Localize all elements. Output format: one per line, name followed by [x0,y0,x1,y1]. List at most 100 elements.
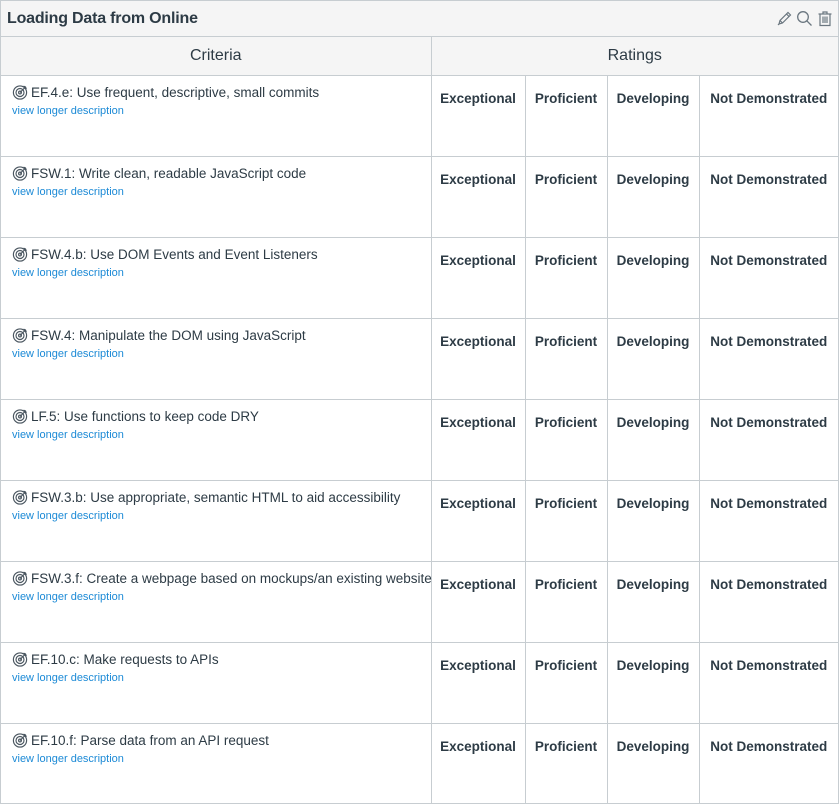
edit-rubric-button[interactable] [775,9,794,29]
rating-exceptional[interactable]: Exceptional [432,724,525,804]
rating-not-demonstrated[interactable]: Not Demonstrated [698,561,839,642]
rating-exceptional[interactable]: Exceptional [432,562,525,642]
rating-developing[interactable]: Developing [606,561,699,642]
criterion-row: FSW.1: Write clean, readable JavaScript … [1,155,839,238]
rating-not-demonstrated[interactable]: Not Demonstrated [698,318,839,399]
outcome-target-icon [12,247,28,262]
rating-not-demonstrated[interactable]: Not Demonstrated [698,399,839,480]
view-longer-description-link[interactable]: view longer description [12,753,124,765]
rating-exceptional[interactable]: Exceptional [432,238,525,318]
rubric-actions [775,9,834,29]
criterion-description: EF.4.e: Use frequent, descriptive, small… [31,84,320,100]
ratings-cell: Exceptional Proficient Developing Not De… [430,236,839,319]
rating-exceptional[interactable]: Exceptional [432,481,525,561]
rating-exceptional[interactable]: Exceptional [432,76,525,156]
criterion-row: EF.10.f: Parse data from an API request … [1,722,839,804]
ratings-cell: Exceptional Proficient Developing Not De… [430,641,839,724]
criterion-row: FSW.4.b: Use DOM Events and Event Listen… [1,236,839,319]
view-longer-description-link[interactable]: view longer description [12,105,124,117]
rating-developing[interactable]: Developing [606,399,699,480]
delete-rubric-button[interactable] [815,9,834,29]
rating-proficient[interactable]: Proficient [524,237,607,318]
rating-proficient[interactable]: Proficient [524,318,607,399]
rating-proficient[interactable]: Proficient [524,561,607,642]
rubric-panel: Loading Data from Online Criteria Rating… [0,0,839,804]
criterion-description: FSW.3.f: Create a webpage based on mocku… [31,570,432,586]
criterion-description: LF.5: Use functions to keep code DRY [31,408,259,424]
pencil-icon [777,11,792,26]
outcome-target-icon [12,733,28,748]
criterion-description: FSW.4.b: Use DOM Events and Event Listen… [31,246,318,262]
criterion-description: EF.10.c: Make requests to APIs [31,651,219,667]
rubric-title: Loading Data from Online [7,9,198,27]
view-longer-description-link[interactable]: view longer description [12,591,124,603]
rating-not-demonstrated[interactable]: Not Demonstrated [698,75,839,156]
view-longer-description-link[interactable]: view longer description [12,267,124,279]
trash-icon [818,11,831,27]
ratings-cell: Exceptional Proficient Developing Not De… [430,479,839,562]
rating-developing[interactable]: Developing [606,480,699,561]
criterion-cell: LF.5: Use functions to keep code DRY vie… [1,398,432,481]
outcome-target-icon [12,490,28,505]
rating-not-demonstrated[interactable]: Not Demonstrated [698,480,839,561]
view-longer-description-link[interactable]: view longer description [12,510,124,522]
criterion-cell: FSW.4.b: Use DOM Events and Event Listen… [1,236,432,319]
rating-exceptional[interactable]: Exceptional [432,157,525,237]
criterion-row: LF.5: Use functions to keep code DRY vie… [1,398,839,481]
rating-not-demonstrated[interactable]: Not Demonstrated [698,237,839,318]
criterion-description: FSW.4: Manipulate the DOM using JavaScri… [31,327,306,343]
rubric-title-bar: Loading Data from Online [1,1,838,37]
criteria-header: Criteria [1,37,432,76]
rating-exceptional[interactable]: Exceptional [432,643,525,723]
ratings-cell: Exceptional Proficient Developing Not De… [430,74,839,157]
outcome-target-icon [12,85,28,100]
rating-developing[interactable]: Developing [606,237,699,318]
rating-proficient[interactable]: Proficient [524,399,607,480]
criterion-cell: EF.10.c: Make requests to APIs view long… [1,641,432,724]
rating-proficient[interactable]: Proficient [524,642,607,723]
search-icon [797,11,812,26]
criterion-row: EF.10.c: Make requests to APIs view long… [1,641,839,724]
rating-developing[interactable]: Developing [606,723,699,804]
criterion-cell: EF.10.f: Parse data from an API request … [1,722,432,804]
rating-exceptional[interactable]: Exceptional [432,319,525,399]
outcome-target-icon [12,166,28,181]
criterion-description: FSW.3.b: Use appropriate, semantic HTML … [31,489,401,505]
rating-proficient[interactable]: Proficient [524,723,607,804]
ratings-cell: Exceptional Proficient Developing Not De… [430,317,839,400]
criterion-cell: FSW.3.f: Create a webpage based on mocku… [1,560,432,643]
criterion-cell: EF.4.e: Use frequent, descriptive, small… [1,74,432,157]
rating-not-demonstrated[interactable]: Not Demonstrated [698,156,839,237]
criterion-row: FSW.3.b: Use appropriate, semantic HTML … [1,479,839,562]
view-longer-description-link[interactable]: view longer description [12,186,124,198]
ratings-cell: Exceptional Proficient Developing Not De… [430,398,839,481]
criterion-description: EF.10.f: Parse data from an API request [31,732,269,748]
outcome-target-icon [12,571,28,586]
rating-developing[interactable]: Developing [606,318,699,399]
rating-proficient[interactable]: Proficient [524,156,607,237]
view-longer-description-link[interactable]: view longer description [12,348,124,360]
ratings-cell: Exceptional Proficient Developing Not De… [430,560,839,643]
criterion-cell: FSW.4: Manipulate the DOM using JavaScri… [1,317,432,400]
rating-not-demonstrated[interactable]: Not Demonstrated [698,723,839,804]
outcome-target-icon [12,328,28,343]
outcome-target-icon [12,409,28,424]
criterion-cell: FSW.3.b: Use appropriate, semantic HTML … [1,479,432,562]
criterion-row: EF.4.e: Use frequent, descriptive, small… [1,74,839,157]
rating-developing[interactable]: Developing [606,156,699,237]
outcome-target-icon [12,652,28,667]
search-rubric-button[interactable] [795,9,814,29]
rating-not-demonstrated[interactable]: Not Demonstrated [698,642,839,723]
rubric-table: Criteria Ratings EF.4.e: Use frequent, d… [1,37,838,804]
view-longer-description-link[interactable]: view longer description [12,672,124,684]
ratings-cell: Exceptional Proficient Developing Not De… [430,722,839,804]
view-longer-description-link[interactable]: view longer description [12,429,124,441]
rating-exceptional[interactable]: Exceptional [432,400,525,480]
ratings-header: Ratings [430,37,838,76]
rating-developing[interactable]: Developing [606,642,699,723]
rating-developing[interactable]: Developing [606,75,699,156]
criterion-row: FSW.4: Manipulate the DOM using JavaScri… [1,317,839,400]
rating-proficient[interactable]: Proficient [524,75,607,156]
criterion-row: FSW.3.f: Create a webpage based on mocku… [1,560,839,643]
rating-proficient[interactable]: Proficient [524,480,607,561]
